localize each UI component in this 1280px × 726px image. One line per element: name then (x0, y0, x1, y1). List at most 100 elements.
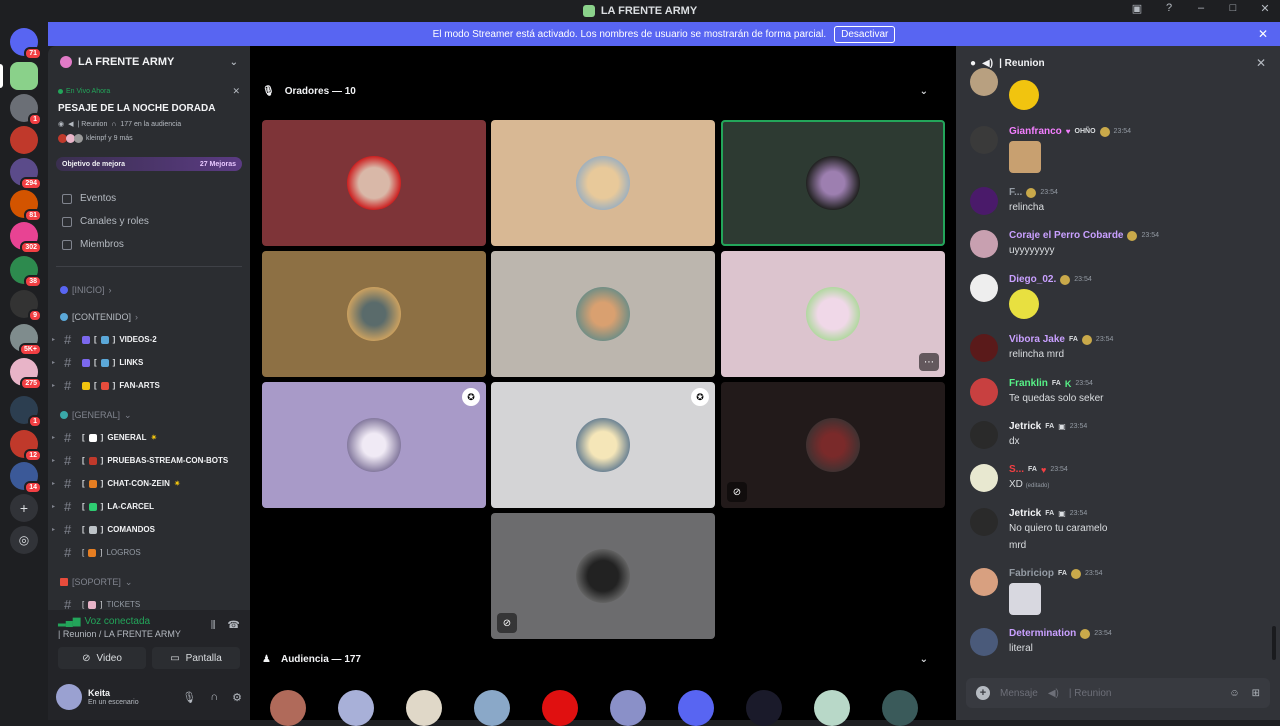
channel-general[interactable]: ▸ #[] GENERAL ✷ (48, 426, 250, 449)
deactivate-button[interactable]: Desactivar (834, 25, 896, 43)
explore-button[interactable]: ◎ (10, 526, 38, 554)
category-icon (60, 313, 68, 321)
speaker-tile[interactable] (262, 120, 486, 246)
avatar[interactable] (338, 690, 374, 726)
category-soporte[interactable]: [SOPORTE] ⌄ (48, 571, 250, 593)
add-server-button[interactable]: + (10, 494, 38, 522)
role-icon: ▣ (1058, 422, 1066, 431)
hash-icon: # (64, 378, 72, 393)
avatar (806, 287, 860, 341)
avatar[interactable] (542, 690, 578, 726)
live-stage-card[interactable]: En Vivo Ahora ✕ PESAJE DE LA NOCHE DORAD… (56, 82, 242, 147)
avatar (806, 156, 860, 210)
guild-header[interactable]: LA FRENTE ARMY ⌄ (48, 46, 250, 78)
close-icon[interactable]: ✕ (1258, 27, 1268, 41)
more-options-icon[interactable]: ⋯ (919, 353, 939, 371)
speaker-tile[interactable] (491, 251, 715, 377)
speaker-tile[interactable]: ⊘ (721, 382, 945, 508)
avatar[interactable] (56, 684, 82, 710)
scrollbar[interactable] (1272, 626, 1276, 660)
home-button[interactable]: 71 (10, 28, 42, 60)
category-icon (60, 286, 68, 294)
server-icon[interactable]: 81 (10, 190, 42, 222)
server-icon[interactable]: 275 (10, 358, 42, 390)
server-icon[interactable] (10, 62, 38, 90)
add-attachment-icon[interactable]: + (976, 686, 990, 700)
speaker-tile[interactable]: ⋯ (721, 251, 945, 377)
avatar[interactable] (270, 690, 306, 726)
chevron-down-icon[interactable]: ⌄ (920, 654, 928, 665)
server-icon[interactable]: 1 (10, 396, 42, 428)
avatar[interactable] (882, 690, 918, 726)
server-icon[interactable]: 5K+ (10, 324, 42, 356)
video-button[interactable]: ⊘ Video (58, 647, 146, 669)
avatar[interactable] (610, 690, 646, 726)
channel-comandos[interactable]: ▸ #[] COMANDOS (48, 518, 250, 541)
gear-icon[interactable]: ⚙ (232, 691, 242, 704)
avatar[interactable] (746, 690, 782, 726)
channel-chat-con-zein[interactable]: ▸ #[] CHAT-CON-ZEIN ✷ (48, 472, 250, 495)
headphones-icon[interactable]: ∩ (210, 691, 218, 704)
emoji-icon (100, 381, 109, 390)
server-icon[interactable]: 12 (10, 430, 42, 462)
nav-members[interactable]: Miembros (48, 233, 250, 256)
channel-links[interactable]: ▸ #[] LINKS (48, 351, 250, 374)
muted-mic-icon: ⊘ (727, 482, 747, 502)
category-inicio[interactable]: [INICIO] › (48, 279, 250, 301)
channel-pruebas-stream[interactable]: ▸ #[] PRUEBAS-STREAM-CON-BOTS (48, 449, 250, 472)
noise-suppression-icon[interactable]: ⫼ (211, 620, 216, 631)
moderator-badge-icon: ✪ (691, 388, 709, 406)
server-icon[interactable]: 38 (10, 256, 42, 288)
help-icon[interactable]: ? (1162, 2, 1176, 15)
microphone-icon[interactable]: 🎙 (182, 691, 196, 704)
attached-image[interactable] (1009, 141, 1041, 173)
inbox-icon[interactable]: ▣ (1130, 2, 1144, 15)
calendar-icon (62, 193, 72, 204)
muted-mic-icon: ⊘ (497, 613, 517, 633)
coin-icon (1070, 568, 1081, 579)
server-icon[interactable] (10, 126, 38, 154)
close-window-button[interactable]: ✕ (1258, 2, 1272, 15)
disconnect-icon[interactable]: ☎ (228, 620, 240, 631)
channel-logros[interactable]: #[] LOGROS (48, 541, 250, 564)
screen-share-button[interactable]: ▭ Pantalla (152, 647, 240, 669)
speaker-icon: ◀) (982, 57, 994, 69)
boost-goal-bar[interactable]: Objetivo de mejora 27 Mejoras (56, 157, 242, 171)
avatar[interactable] (474, 690, 510, 726)
speaker-tile[interactable] (262, 251, 486, 377)
channel-videos-2[interactable]: ▸ #[] VIDEOS-2 (48, 328, 250, 351)
avatar[interactable] (406, 690, 442, 726)
server-icon[interactable]: 302 (10, 222, 42, 254)
chevron-down-icon[interactable]: ⌄ (920, 86, 928, 97)
speaker-tile[interactable]: ✪ (262, 382, 486, 508)
category-contenido[interactable]: [CONTENIDO] › (48, 306, 250, 328)
channel-fan-arts[interactable]: ▸ #[] FAN-ARTS (48, 374, 250, 397)
nav-channels-roles[interactable]: Canales y roles (48, 210, 250, 233)
video-off-icon: ⊘ (82, 652, 91, 664)
server-icon[interactable]: 294 (10, 158, 42, 190)
avatar (970, 421, 998, 449)
speaker-tile[interactable]: ✪ (491, 382, 715, 508)
gamepad-icon[interactable]: ⊞ (1252, 688, 1260, 699)
avatar[interactable] (678, 690, 714, 726)
message-input[interactable]: + Mensaje ◀) | Reunion ☺ ⊞ (966, 678, 1270, 708)
server-icon[interactable]: 14 (10, 462, 42, 494)
hash-icon: # (64, 476, 72, 491)
server-icon[interactable]: 1 (10, 94, 42, 126)
speaker-tile[interactable] (491, 120, 715, 246)
avatar (576, 418, 630, 472)
coin-icon (1099, 126, 1110, 137)
category-general[interactable]: [GENERAL] ⌄ (48, 404, 250, 426)
nav-events[interactable]: Eventos (48, 187, 250, 210)
server-icon[interactable]: 9 (10, 290, 42, 322)
close-icon[interactable]: ✕ (1256, 56, 1266, 70)
speaker-tile[interactable] (721, 120, 945, 246)
speaker-tile[interactable]: ⊘ (491, 513, 715, 639)
channel-la-carcel[interactable]: ▸ #[] LA-CARCEL (48, 495, 250, 518)
emoji-icon[interactable]: ☺ (1229, 688, 1239, 699)
minimize-button[interactable]: – (1194, 2, 1208, 15)
avatar[interactable] (814, 690, 850, 726)
maximize-button[interactable]: □ (1226, 2, 1240, 15)
close-icon[interactable]: ✕ (232, 86, 240, 97)
attached-image[interactable] (1009, 583, 1041, 615)
